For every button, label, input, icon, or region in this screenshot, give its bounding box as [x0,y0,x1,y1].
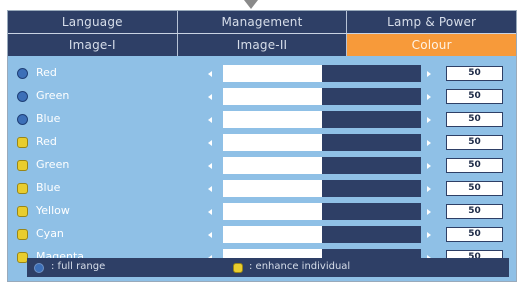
increase-arrow-icon[interactable] [427,209,431,215]
level-slider-fill [223,65,322,82]
enhance-individual-marker-icon [17,183,28,194]
increase-arrow-icon[interactable] [427,117,431,123]
tab-language[interactable]: Language [8,11,178,33]
level-slider[interactable] [223,203,421,220]
setting-value: 50 [446,227,503,242]
tab-image-1[interactable]: Image-I [8,34,178,56]
setting-row[interactable]: Cyan 50 [8,224,516,247]
level-slider[interactable] [223,157,421,174]
legend-enhance-individual: : enhance individual [249,261,351,272]
setting-row[interactable]: Yellow 50 [8,201,516,224]
setting-row[interactable]: Green 50 [8,155,516,178]
level-slider[interactable] [223,88,421,105]
setting-value: 50 [446,89,503,104]
tab-image-2[interactable]: Image-II [177,34,348,56]
decrease-arrow-icon[interactable] [208,117,212,123]
setting-label: Green [36,89,70,102]
level-slider-fill [223,88,322,105]
tab-row-bottom: Image-I Image-II Colour [8,34,517,56]
level-slider[interactable] [223,134,421,151]
level-slider-fill [223,203,322,220]
setting-value: 50 [446,204,503,219]
legend-bar: : full range : enhance individual [27,258,509,277]
enhance-individual-marker-icon [17,206,28,217]
increase-arrow-icon[interactable] [427,94,431,100]
enhance-individual-marker-icon [17,137,28,148]
level-slider[interactable] [223,180,421,197]
level-slider-fill [223,157,322,174]
tab-lamp-power[interactable]: Lamp & Power [347,11,517,33]
setting-value: 50 [446,181,503,196]
enhance-individual-marker-icon [233,263,243,273]
menu-pointer-icon [244,0,258,9]
decrease-arrow-icon[interactable] [208,140,212,146]
level-slider[interactable] [223,111,421,128]
colour-settings-list: Red 50 Green 50 Blue 50 Red 50 Green 50 Blue 50 Yell… [8,63,516,270]
setting-label: Red [36,66,57,79]
increase-arrow-icon[interactable] [427,232,431,238]
level-slider-fill [223,111,322,128]
setting-label: Cyan [36,227,64,240]
decrease-arrow-icon[interactable] [208,94,212,100]
decrease-arrow-icon[interactable] [208,209,212,215]
enhance-individual-marker-icon [17,229,28,240]
increase-arrow-icon[interactable] [427,140,431,146]
setting-row[interactable]: Red 50 [8,132,516,155]
setting-label: Yellow [36,204,70,217]
decrease-arrow-icon[interactable] [208,232,212,238]
enhance-individual-marker-icon [17,160,28,171]
legend-full-range: : full range [51,261,106,272]
setting-row[interactable]: Blue 50 [8,109,516,132]
level-slider[interactable] [223,65,421,82]
increase-arrow-icon[interactable] [427,163,431,169]
level-slider-fill [223,226,322,243]
increase-arrow-icon[interactable] [427,71,431,77]
full-range-marker-icon [17,114,28,125]
setting-label: Blue [36,112,61,125]
increase-arrow-icon[interactable] [427,186,431,192]
tab-colour[interactable]: Colour [347,34,517,56]
tab-row-top: Language Management Lamp & Power [8,11,517,33]
setting-row[interactable]: Red 50 [8,63,516,86]
decrease-arrow-icon[interactable] [208,186,212,192]
setting-value: 50 [446,112,503,127]
setting-row[interactable]: Green 50 [8,86,516,109]
setting-label: Blue [36,181,61,194]
level-slider-fill [223,180,322,197]
tab-management[interactable]: Management [177,11,348,33]
osd-menu-panel: Language Management Lamp & Power Image-I… [7,10,517,282]
setting-value: 50 [446,66,503,81]
decrease-arrow-icon[interactable] [208,163,212,169]
decrease-arrow-icon[interactable] [208,71,212,77]
full-range-marker-icon [17,68,28,79]
full-range-marker-icon [17,91,28,102]
level-slider[interactable] [223,226,421,243]
setting-value: 50 [446,135,503,150]
setting-value: 50 [446,158,503,173]
setting-row[interactable]: Blue 50 [8,178,516,201]
setting-label: Green [36,158,70,171]
full-range-marker-icon [34,263,44,273]
level-slider-fill [223,134,322,151]
setting-label: Red [36,135,57,148]
